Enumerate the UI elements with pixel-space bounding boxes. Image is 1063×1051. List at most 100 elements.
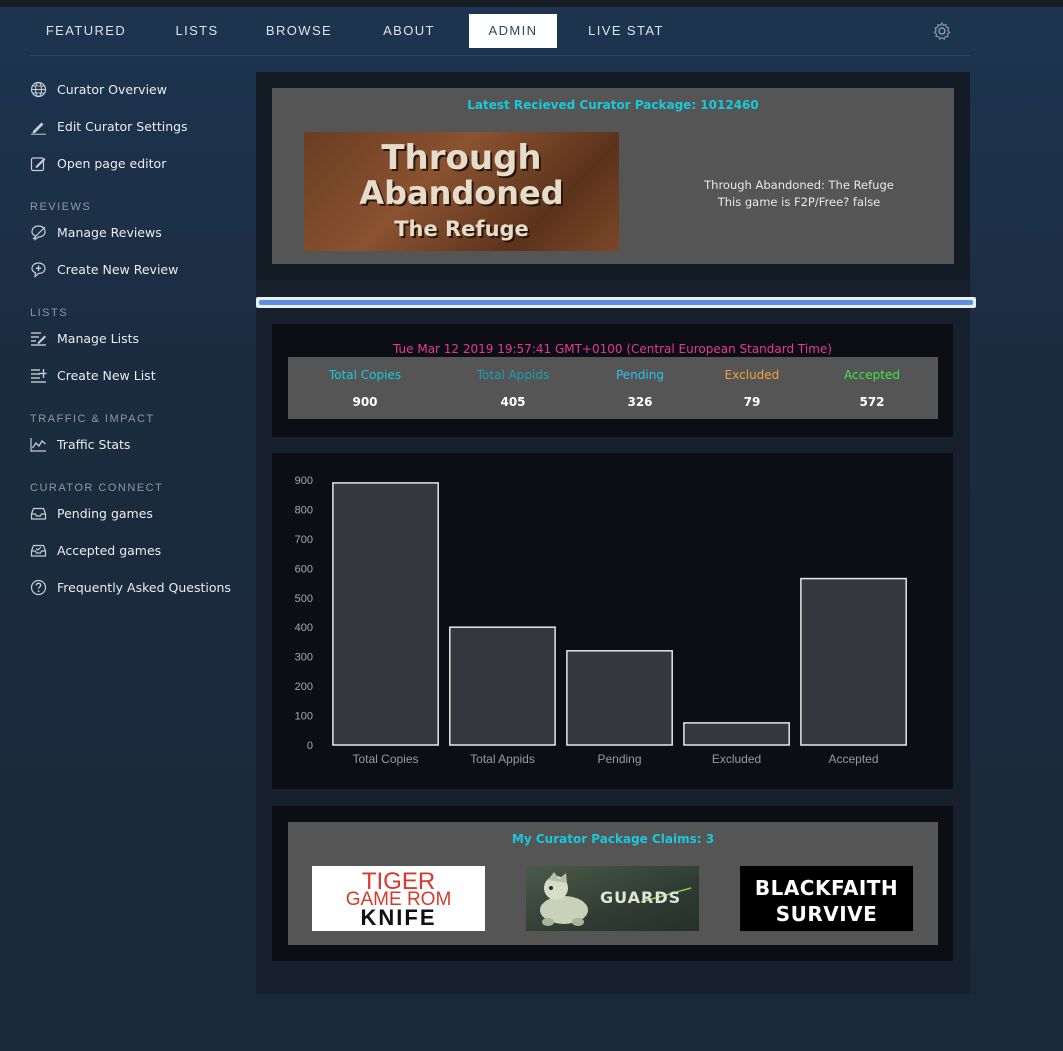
bar-pending[interactable] bbox=[566, 650, 673, 746]
stats-chart-panel: 0 100 200 300 400 500 600 700 800 900 Total Copies… bbox=[272, 453, 953, 789]
top-nav: FEATURED LISTS BROWSE ABOUT ADMIN LIVE S… bbox=[30, 14, 970, 48]
top-strip bbox=[0, 0, 1063, 7]
section-heading-lists: LISTS bbox=[30, 307, 69, 319]
stat-value-total-appids: 405 bbox=[500, 395, 526, 409]
package-f2p-status: This game is F2P/Free? false bbox=[717, 195, 881, 209]
x-tick-label: Pending bbox=[597, 752, 641, 766]
sidebar-item-manage-reviews[interactable]: Manage Reviews bbox=[30, 221, 245, 245]
sidebar-item-traffic-stats[interactable]: Traffic Stats bbox=[30, 433, 245, 457]
sidebar-item-label: Open page editor bbox=[57, 156, 167, 171]
stat-value-pending: 326 bbox=[627, 395, 653, 409]
inbox-check-icon bbox=[30, 544, 47, 557]
manage-lists-icon bbox=[31, 332, 46, 346]
section-heading-traffic: TRAFFIC & IMPACT bbox=[30, 413, 155, 425]
sidebar-item-label: Manage Reviews bbox=[57, 225, 162, 240]
y-tick-label: 700 bbox=[295, 534, 313, 546]
sidebar-item-edit-curator-settings[interactable]: Edit Curator Settings bbox=[30, 115, 245, 139]
section-heading-reviews: REVIEWS bbox=[30, 201, 92, 213]
package-description: Through Abandoned: The Refuge This game … bbox=[677, 177, 921, 211]
sidebar-item-label: Create New List bbox=[57, 368, 156, 383]
y-tick-label: 600 bbox=[295, 563, 313, 575]
claim-3-line1: BLACKFAITH bbox=[754, 876, 899, 900]
claims-box: My Curator Package Claims: 3 TIGER GAME … bbox=[288, 822, 938, 945]
stat-label-excluded: Excluded bbox=[724, 368, 780, 382]
claim-game-blackfaith[interactable]: BLACKFAITH SURVIVE bbox=[740, 866, 913, 931]
y-tick-label: 500 bbox=[295, 593, 313, 605]
nav-live-stat[interactable]: LIVE STAT bbox=[582, 14, 670, 48]
x-tick-label: Accepted bbox=[828, 752, 878, 766]
sidebar-item-open-page-editor[interactable]: Open page editor bbox=[30, 152, 245, 176]
new-list-icon bbox=[31, 369, 47, 383]
sidebar-item-curator-overview[interactable]: Curator Overview bbox=[30, 78, 245, 102]
pencil-icon bbox=[31, 122, 46, 135]
stats-timestamp: Tue Mar 12 2019 19:57:41 GMT+0100 (Centr… bbox=[393, 342, 832, 356]
sidebar-item-label: Curator Overview bbox=[57, 82, 167, 97]
stat-label-total-appids: Total Appids bbox=[476, 368, 550, 382]
nav-featured[interactable]: FEATURED bbox=[30, 14, 142, 48]
y-tick-label: 900 bbox=[295, 475, 313, 487]
nav-admin[interactable]: ADMIN bbox=[469, 14, 557, 48]
claim-game-guards[interactable]: GUARDS bbox=[526, 866, 699, 931]
stat-label-accepted: Accepted bbox=[844, 368, 900, 382]
banner-title-line3: The Refuge bbox=[394, 217, 529, 241]
sidebar-item-faq[interactable]: Frequently Asked Questions bbox=[30, 576, 245, 600]
stats-bar-chart: 0 100 200 300 400 500 600 700 800 900 Total Copies… bbox=[295, 475, 907, 766]
globe-icon bbox=[30, 81, 47, 98]
y-tick-label: 200 bbox=[295, 681, 313, 693]
y-tick-label: 400 bbox=[295, 622, 313, 634]
sidebar-item-label: Accepted games bbox=[57, 543, 162, 558]
claim-2-line1: GUARDS bbox=[600, 888, 682, 907]
stat-value-total-copies: 900 bbox=[352, 395, 378, 409]
sidebar-item-create-new-list[interactable]: Create New List bbox=[30, 364, 245, 388]
progress-bar-fill bbox=[259, 300, 973, 305]
claim-game-tiger-knife[interactable]: TIGER GAME ROM KNIFE bbox=[312, 866, 485, 931]
claims-title: My Curator Package Claims: 3 bbox=[511, 832, 715, 846]
latest-package-box: Latest Recieved Curator Package: 1012460… bbox=[272, 88, 954, 264]
latest-package-title: Latest Recieved Curator Package: 1012460 bbox=[467, 98, 759, 112]
x-tick-label: Total Copies bbox=[352, 752, 418, 766]
manage-reviews-icon bbox=[31, 225, 46, 241]
stats-box: Total Copies 900 Total Appids 405 Pendin… bbox=[288, 357, 938, 419]
claim-1-line3: KNIFE bbox=[360, 905, 437, 930]
nav-divider bbox=[30, 55, 970, 56]
progress-bar bbox=[256, 297, 976, 308]
gear-icon[interactable] bbox=[932, 21, 952, 41]
stat-label-pending: Pending bbox=[616, 368, 664, 382]
sidebar-item-label: Frequently Asked Questions bbox=[57, 580, 231, 595]
inbox-icon bbox=[30, 507, 47, 520]
sidebar-item-pending-games[interactable]: Pending games bbox=[30, 502, 245, 526]
y-tick-label: 800 bbox=[295, 504, 313, 516]
claim-3-line2: SURVIVE bbox=[775, 902, 878, 926]
y-tick-label: 100 bbox=[295, 711, 313, 723]
bar-excluded[interactable] bbox=[683, 722, 790, 746]
sidebar-item-label: Traffic Stats bbox=[57, 437, 131, 452]
new-review-icon bbox=[31, 262, 46, 278]
claims-panel: My Curator Package Claims: 3 TIGER GAME … bbox=[272, 806, 953, 961]
banner-title-line1: Through bbox=[381, 138, 542, 178]
sidebar-item-label: Edit Curator Settings bbox=[57, 119, 188, 134]
y-tick-label: 300 bbox=[295, 652, 313, 664]
sidebar-item-label: Pending games bbox=[57, 506, 153, 521]
package-game-name: Through Abandoned: The Refuge bbox=[704, 178, 894, 192]
stat-value-accepted: 572 bbox=[859, 395, 885, 409]
edit-page-icon bbox=[30, 157, 46, 172]
stat-value-excluded: 79 bbox=[743, 395, 761, 409]
line-chart-icon bbox=[30, 438, 46, 452]
banner-title-line2: Abandoned bbox=[359, 174, 564, 212]
nav-browse[interactable]: BROWSE bbox=[254, 14, 344, 48]
question-icon bbox=[30, 579, 47, 596]
x-tick-label: Total Appids bbox=[470, 752, 535, 766]
stats-panel: Tue Mar 12 2019 19:57:41 GMT+0100 (Centr… bbox=[272, 324, 953, 437]
sidebar-item-accepted-games[interactable]: Accepted games bbox=[30, 539, 245, 563]
y-tick-label: 0 bbox=[307, 740, 313, 752]
bar-accepted[interactable] bbox=[800, 577, 907, 746]
nav-lists[interactable]: LISTS bbox=[152, 14, 242, 48]
sidebar-item-create-new-review[interactable]: Create New Review bbox=[30, 258, 245, 282]
game-banner-image[interactable]: Through Abandoned The Refuge bbox=[304, 132, 619, 251]
nav-about[interactable]: ABOUT bbox=[364, 14, 454, 48]
bar-total-copies[interactable] bbox=[332, 482, 439, 746]
sidebar-item-manage-lists[interactable]: Manage Lists bbox=[30, 327, 245, 351]
section-heading-curator-connect: CURATOR CONNECT bbox=[30, 482, 164, 494]
bar-total-appids[interactable] bbox=[449, 626, 556, 746]
sidebar-item-label: Create New Review bbox=[57, 262, 179, 277]
